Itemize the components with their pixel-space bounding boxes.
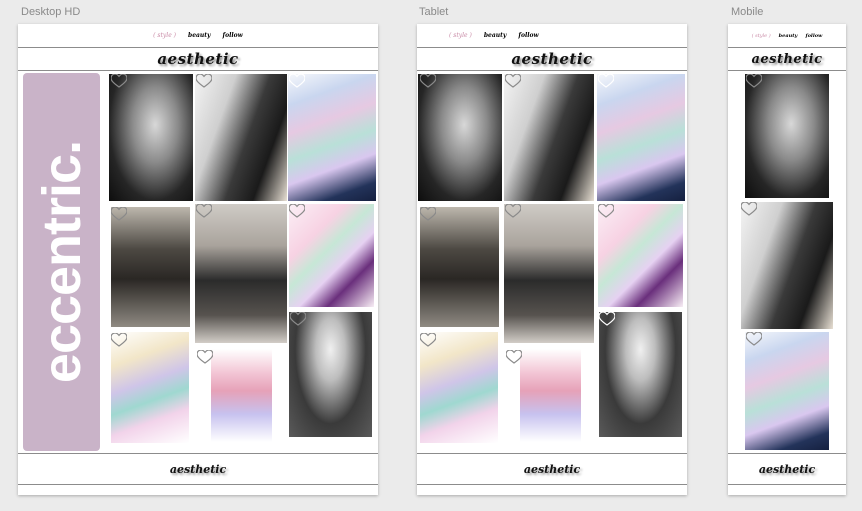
- brand-logo[interactable]: aesthetic: [157, 50, 238, 68]
- footer-logo[interactable]: aesthetic: [524, 463, 580, 476]
- footer-bar: aesthetic: [417, 453, 687, 485]
- nav-bar: ( style ) beauty follow: [728, 24, 846, 48]
- heart-icon[interactable]: [196, 204, 212, 218]
- artboard-tablet[interactable]: ( style ) beauty follow aesthetic aesthe…: [417, 24, 687, 495]
- photo-pastel-platform-shoes[interactable]: [598, 204, 683, 307]
- heart-icon[interactable]: [111, 333, 127, 347]
- heart-icon[interactable]: [746, 332, 762, 346]
- heart-icon[interactable]: [598, 204, 614, 218]
- photo-pink-hair-sunglasses[interactable]: [520, 349, 581, 442]
- heart-icon[interactable]: [741, 202, 757, 216]
- hero-panel: eccentric.: [23, 73, 100, 451]
- photo-portrait-cigarette-bw[interactable]: [195, 74, 287, 201]
- photo-skeleton-makeup-bw[interactable]: [599, 312, 682, 437]
- nav-link-follow[interactable]: follow: [223, 32, 243, 39]
- photo-holographic-hair[interactable]: [288, 74, 376, 201]
- nav-link-beauty[interactable]: beauty: [779, 33, 798, 39]
- photo-holographic-hair[interactable]: [745, 332, 829, 450]
- nav-bar: ( style ) beauty follow: [417, 24, 687, 48]
- photo-portrait-hair-bw[interactable]: [745, 74, 829, 198]
- nav-link-beauty[interactable]: beauty: [484, 32, 507, 39]
- nav-link-style[interactable]: ( style ): [153, 32, 176, 39]
- brand-logo[interactable]: aesthetic: [511, 50, 592, 68]
- footer-logo[interactable]: aesthetic: [759, 463, 815, 476]
- photo-holographic-backpack[interactable]: [111, 332, 189, 443]
- heart-icon[interactable]: [420, 74, 436, 88]
- heart-icon[interactable]: [111, 207, 127, 221]
- photo-fashion-full-body-bw[interactable]: [195, 204, 287, 343]
- photo-fashion-full-body-bw[interactable]: [504, 204, 594, 343]
- heart-icon[interactable]: [420, 333, 436, 347]
- photo-mirror-selfie-bw[interactable]: [420, 207, 499, 327]
- nav-link-follow[interactable]: follow: [805, 33, 822, 39]
- heart-icon[interactable]: [505, 204, 521, 218]
- photo-skeleton-makeup-bw[interactable]: [289, 312, 372, 437]
- heart-icon[interactable]: [599, 312, 615, 326]
- photo-mirror-selfie-bw[interactable]: [111, 207, 190, 327]
- artboard-label-mobile: Mobile: [731, 6, 764, 18]
- hero-text: eccentric.: [31, 140, 92, 384]
- nav-link-follow[interactable]: follow: [518, 32, 538, 39]
- brand-bar: aesthetic: [417, 48, 687, 71]
- photo-pink-hair-sunglasses[interactable]: [211, 349, 272, 442]
- footer-logo[interactable]: aesthetic: [170, 463, 226, 476]
- photo-holographic-backpack[interactable]: [420, 332, 498, 443]
- heart-icon[interactable]: [111, 74, 127, 88]
- heart-icon[interactable]: [598, 74, 614, 88]
- photo-portrait-cigarette-bw[interactable]: [741, 202, 833, 329]
- nav-link-style[interactable]: ( style ): [752, 33, 771, 39]
- photo-portrait-cigarette-bw[interactable]: [504, 74, 594, 201]
- heart-icon[interactable]: [290, 312, 306, 326]
- heart-icon[interactable]: [196, 74, 212, 88]
- heart-icon[interactable]: [289, 74, 305, 88]
- artboard-desktop[interactable]: ( style ) beauty follow aesthetic eccent…: [18, 24, 378, 495]
- nav-bar: ( style ) beauty follow: [18, 24, 378, 48]
- brand-logo[interactable]: aesthetic: [751, 52, 822, 67]
- nav-link-style[interactable]: ( style ): [449, 32, 472, 39]
- heart-icon[interactable]: [197, 350, 213, 364]
- artboard-mobile[interactable]: ( style ) beauty follow aesthetic aesthe…: [728, 24, 846, 495]
- photo-portrait-hair-bw[interactable]: [418, 74, 502, 201]
- brand-bar: aesthetic: [728, 48, 846, 71]
- photo-holographic-hair[interactable]: [597, 74, 685, 201]
- heart-icon[interactable]: [505, 74, 521, 88]
- heart-icon[interactable]: [506, 350, 522, 364]
- artboard-label-desktop: Desktop HD: [21, 6, 81, 18]
- footer-bar: aesthetic: [18, 453, 378, 485]
- nav-link-beauty[interactable]: beauty: [188, 32, 211, 39]
- brand-bar: aesthetic: [18, 48, 378, 71]
- photo-pastel-platform-shoes[interactable]: [289, 204, 374, 307]
- heart-icon[interactable]: [746, 74, 762, 88]
- heart-icon[interactable]: [420, 207, 436, 221]
- artboard-label-tablet: Tablet: [419, 6, 449, 18]
- photo-portrait-hair-bw[interactable]: [109, 74, 193, 201]
- heart-icon[interactable]: [289, 204, 305, 218]
- footer-bar: aesthetic: [728, 453, 846, 485]
